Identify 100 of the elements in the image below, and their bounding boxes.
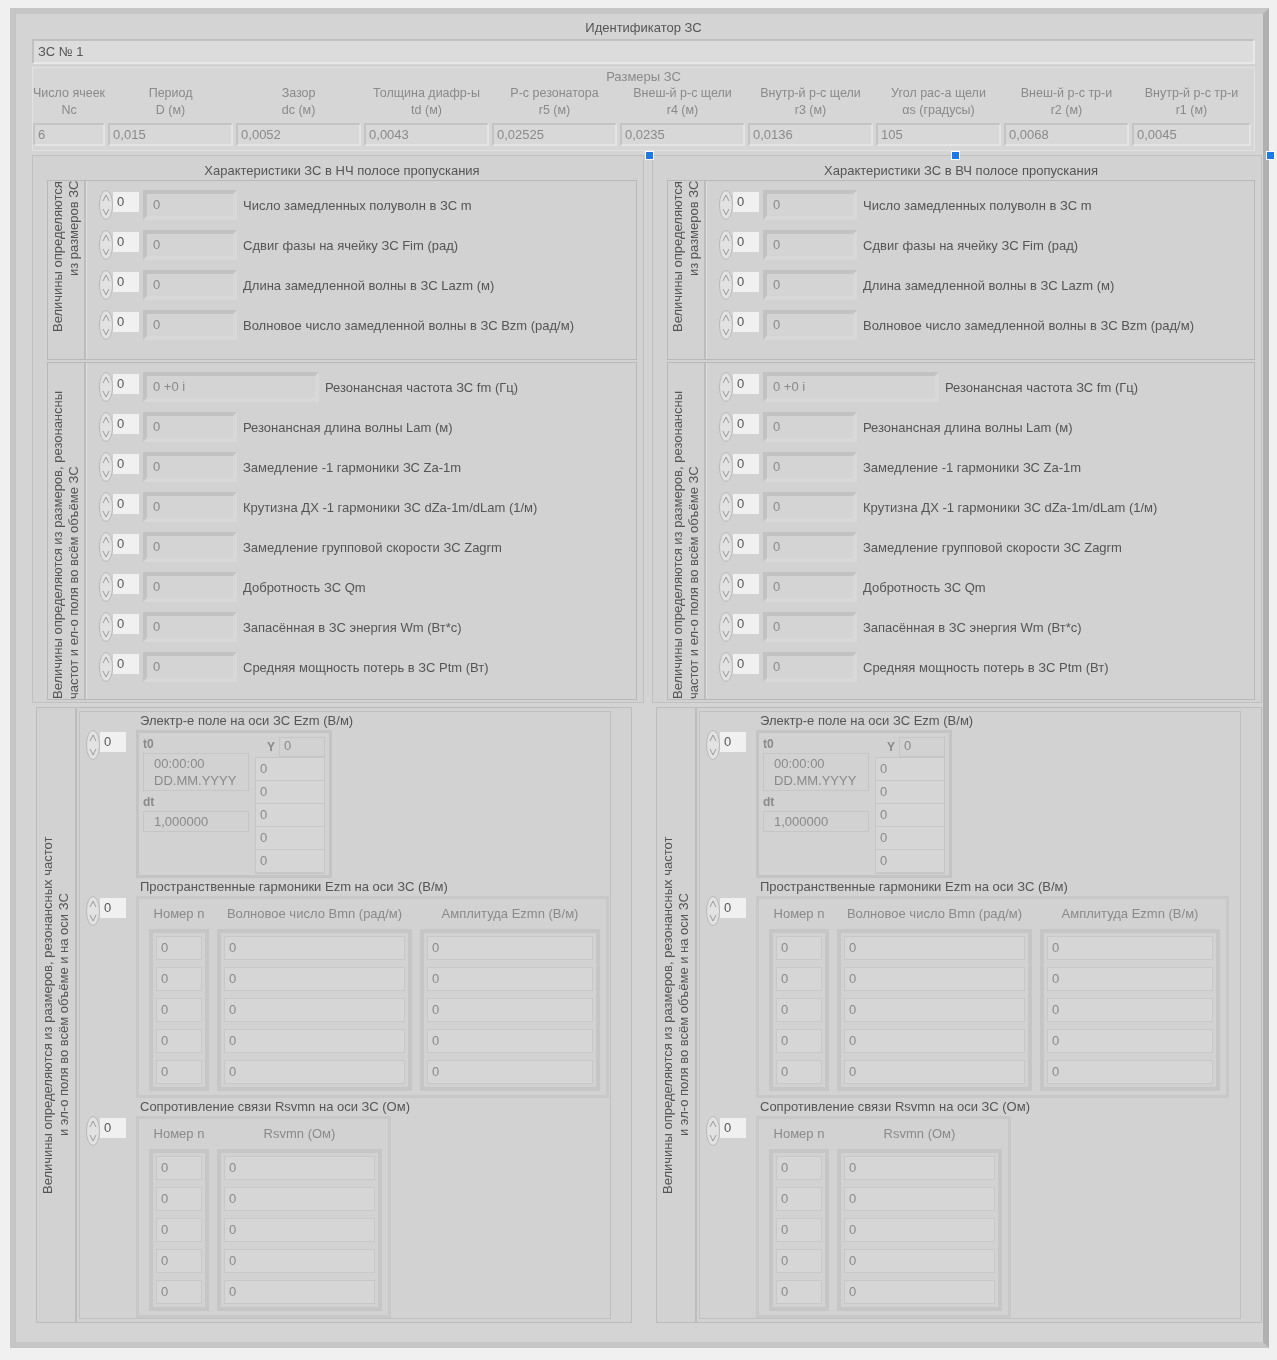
table-cell: 0 — [427, 1029, 593, 1053]
index-field[interactable]: 0 — [113, 574, 139, 594]
value-label: Замедление групповой скорости ЗС Zagrm — [243, 539, 502, 555]
indicator-title: Электр-е поле на оси ЗС Ezm (В/м) — [140, 712, 355, 730]
index-field[interactable]: 0 — [113, 192, 139, 212]
table-cell: 0 — [427, 936, 593, 960]
spinner-arrows-icon[interactable] — [99, 310, 113, 340]
column-header: Номер n — [152, 1125, 206, 1143]
spinner-arrows-icon[interactable] — [99, 452, 113, 482]
spinner-arrows-icon[interactable] — [86, 730, 100, 760]
spinner-arrows-icon[interactable] — [706, 896, 720, 926]
index-field[interactable]: 0 — [733, 414, 759, 434]
spinner-arrows-icon[interactable] — [719, 652, 733, 682]
table-title: Пространственные гармоники Ezm на оси ЗС (В/м) — [140, 878, 449, 896]
value-display: 0 — [143, 230, 237, 260]
value-label: Замедление групповой скорости ЗС Zagrm — [863, 539, 1122, 555]
index-field[interactable]: 0 — [733, 312, 759, 332]
spinner-arrows-icon[interactable] — [99, 532, 113, 562]
spinner-arrows-icon[interactable] — [719, 492, 733, 522]
spinner-arrows-icon[interactable] — [99, 230, 113, 260]
index-field[interactable]: 0 — [733, 192, 759, 212]
spinner-arrows-icon[interactable] — [719, 372, 733, 402]
index-field[interactable]: 0 — [113, 414, 139, 434]
array-cell: 0 — [876, 758, 944, 781]
spinner-arrows-icon[interactable] — [719, 612, 733, 642]
index-field[interactable]: 0 — [113, 654, 139, 674]
group-caption: Величины определяются из размеров, резонансных частот и эл-о поля во всём объёме и на оси ЗС — [660, 835, 692, 1196]
selection-handle[interactable] — [951, 151, 960, 160]
spinner-arrows-icon[interactable] — [86, 1116, 100, 1146]
t0-field: 00:00:00 DD.MM.YYYY — [143, 753, 249, 791]
selection-handle[interactable] — [1266, 151, 1275, 160]
value-display: 0 — [763, 572, 857, 602]
index-field[interactable]: 0 — [113, 534, 139, 554]
table-cell: 0 — [156, 936, 202, 960]
index-field[interactable]: 0 — [733, 272, 759, 292]
value-display: 0 — [143, 492, 237, 522]
index-field[interactable]: 0 — [733, 614, 759, 634]
index-field[interactable]: 0 — [113, 374, 139, 394]
dt-label: dt — [143, 795, 156, 809]
spinner-arrows-icon[interactable] — [99, 372, 113, 402]
table-cell: 0 — [1047, 998, 1213, 1022]
spinner-arrows-icon[interactable] — [706, 730, 720, 760]
spinner-arrows-icon[interactable] — [719, 230, 733, 260]
index-field[interactable]: 0 — [720, 732, 746, 752]
index-field[interactable]: 0 — [720, 898, 746, 918]
spinner-arrows-icon[interactable] — [719, 310, 733, 340]
value-display: 0 — [143, 270, 237, 300]
spinner-arrows-icon[interactable] — [719, 412, 733, 442]
array-cell: 0 — [256, 827, 324, 850]
spinner-arrows-icon[interactable] — [99, 492, 113, 522]
identifier-field[interactable]: ЗС № 1 — [32, 39, 1255, 64]
index-field[interactable]: 0 — [113, 454, 139, 474]
value-display: 0 — [143, 532, 237, 562]
panel-title: Характеристики ЗС в НЧ полосе пропускания — [204, 163, 480, 178]
index-field[interactable]: 0 — [733, 534, 759, 554]
panel-title: Характеристики ЗС в ВЧ полосе пропускания — [824, 163, 1098, 178]
selection-handle[interactable] — [645, 151, 654, 160]
table-title: Сопротивление связи Rsvmn на оси ЗС (Ом) — [140, 1098, 411, 1116]
index-field[interactable]: 0 — [720, 1118, 746, 1138]
table-cell: 0 — [844, 1029, 1025, 1053]
table-cell: 0 — [224, 1029, 405, 1053]
index-field[interactable]: 0 — [733, 654, 759, 674]
index-field[interactable]: 0 — [733, 232, 759, 252]
index-field[interactable]: 0 — [113, 272, 139, 292]
table-cell: 0 — [776, 1156, 822, 1180]
column-label: Угол рас-а щели αs (градусы) — [891, 85, 986, 119]
array-cell: 0 — [256, 850, 324, 873]
index-field[interactable]: 0 — [733, 454, 759, 474]
spinner-arrows-icon[interactable] — [706, 1116, 720, 1146]
index-field[interactable]: 0 — [113, 614, 139, 634]
index-field[interactable]: 0 — [733, 374, 759, 394]
table-cell: 0 — [156, 1060, 202, 1084]
column-header: Волновое число Bmn (рад/м) — [845, 905, 1024, 923]
index-field[interactable]: 0 — [100, 1118, 126, 1138]
spinner-arrows-icon[interactable] — [86, 896, 100, 926]
spinner-arrows-icon[interactable] — [719, 270, 733, 300]
spinner-arrows-icon[interactable] — [719, 190, 733, 220]
spinner-arrows-icon[interactable] — [719, 532, 733, 562]
index-field[interactable]: 0 — [733, 494, 759, 514]
spinner-arrows-icon[interactable] — [99, 412, 113, 442]
index-field[interactable]: 0 — [733, 574, 759, 594]
table-cell: 0 — [1047, 967, 1213, 991]
spinner-arrows-icon[interactable] — [99, 270, 113, 300]
section-title: Размеры ЗС — [606, 68, 681, 85]
index-field[interactable]: 0 — [100, 898, 126, 918]
spinner-arrows-icon[interactable] — [99, 190, 113, 220]
value-label: Замедление -1 гармоники ЗС Za-1m — [243, 459, 462, 475]
spinner-arrows-icon[interactable] — [99, 612, 113, 642]
index-field[interactable]: 0 — [100, 732, 126, 752]
table-cell: 0 — [1047, 936, 1213, 960]
spinner-arrows-icon[interactable] — [99, 572, 113, 602]
spinner-arrows-icon[interactable] — [719, 452, 733, 482]
spinner-arrows-icon[interactable] — [719, 572, 733, 602]
array-cell: 0 — [876, 781, 944, 804]
spinner-arrows-icon[interactable] — [99, 652, 113, 682]
table-cell: 0 — [224, 1187, 375, 1211]
group-caption: Величины определяются из размеров ЗС — [50, 181, 82, 334]
index-field[interactable]: 0 — [113, 312, 139, 332]
index-field[interactable]: 0 — [113, 494, 139, 514]
index-field[interactable]: 0 — [113, 232, 139, 252]
